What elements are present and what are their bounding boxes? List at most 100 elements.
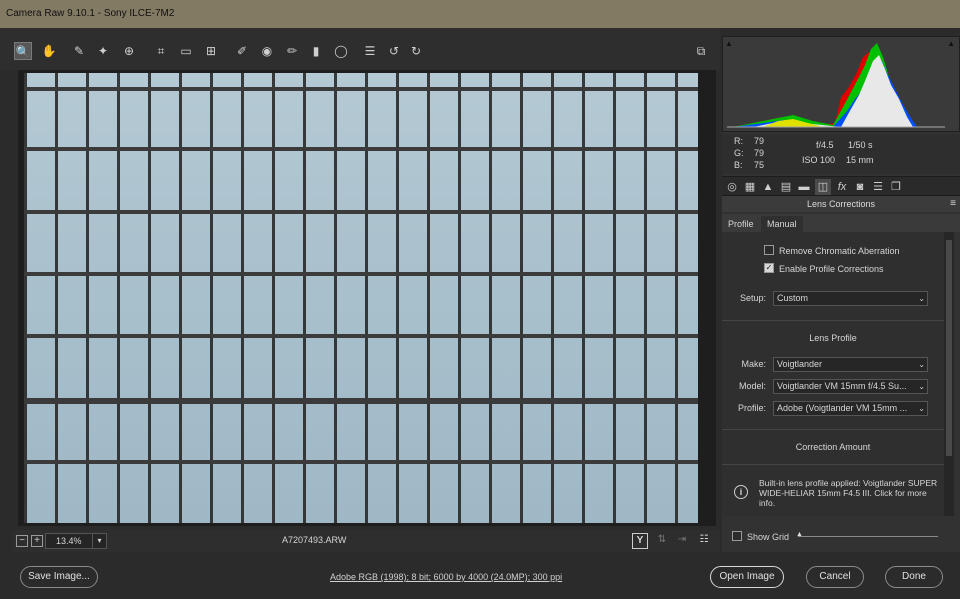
- iso-value: ISO 100: [802, 155, 836, 165]
- shutter-speed-value: 1/50 s: [848, 140, 873, 150]
- rotate-ccw-tool-icon[interactable]: ↺: [385, 42, 403, 60]
- show-grid-row: Show Grid ▲: [722, 526, 960, 546]
- make-select[interactable]: Voigtlander ⌄: [773, 357, 928, 372]
- presets-panel-icon[interactable]: ☰: [870, 179, 886, 195]
- zoom-level-select[interactable]: 13.4% ▾: [45, 533, 107, 549]
- show-grid-checkbox[interactable]: [732, 531, 742, 541]
- profile-label: Profile:: [737, 403, 766, 413]
- chevron-down-icon: ⌄: [918, 404, 925, 413]
- divider: [722, 429, 944, 430]
- model-select[interactable]: Voigtlander VM 15mm f/4.5 Su... ⌄: [773, 379, 928, 394]
- swap-settings-icon[interactable]: ⇅: [654, 533, 670, 549]
- profile-value: Adobe (Voigtlander VM 15mm ...: [777, 403, 908, 413]
- before-after-view-button[interactable]: Y: [632, 533, 648, 549]
- save-image-button[interactable]: Save Image...: [20, 566, 98, 588]
- enable-profile-corrections-checkbox[interactable]: ✓: [764, 263, 774, 273]
- highlight-clipping-warning-icon[interactable]: ▲: [947, 39, 955, 48]
- preview-status-bar: − + 13.4% ▾ A7207493.ARW Y ⇅ ⇥ ☷: [12, 530, 720, 552]
- chevron-down-icon: ⌄: [918, 294, 925, 303]
- crop-tool-icon[interactable]: ⌗: [152, 42, 170, 60]
- zoom-out-button[interactable]: −: [16, 535, 28, 547]
- cancel-button[interactable]: Cancel: [806, 566, 864, 588]
- done-button[interactable]: Done: [885, 566, 943, 588]
- panel-tab-bar: ◎ ▦ ▲ ▤ ▬ ◫ fx ◙ ☰ ❐: [722, 176, 960, 196]
- workflow-options-link[interactable]: Adobe RGB (1998); 8 bit; 6000 by 4000 (2…: [330, 572, 562, 582]
- lens-corrections-tabs: Profile Manual: [722, 214, 960, 232]
- chevron-down-icon: ⌄: [918, 382, 925, 391]
- g-value: 79: [754, 148, 765, 158]
- bottom-bar: Save Image... Adobe RGB (1998); 8 bit; 6…: [0, 556, 960, 599]
- model-label: Model:: [738, 381, 766, 391]
- split-toning-panel-icon[interactable]: ▬: [796, 179, 812, 195]
- zoom-in-button[interactable]: +: [31, 535, 43, 547]
- make-value: Voigtlander: [777, 359, 823, 369]
- copy-settings-icon[interactable]: ⇥: [674, 533, 690, 549]
- b-value: 75: [754, 160, 765, 170]
- remove-chromatic-aberration-checkbox[interactable]: [764, 245, 774, 255]
- tile-grout-line: [24, 87, 698, 91]
- tile-grout-line: [24, 210, 698, 214]
- panel-title: Lens Corrections ≡: [722, 196, 960, 212]
- slider-thumb-icon[interactable]: ▲: [796, 531, 804, 538]
- scrollbar-thumb[interactable]: [946, 240, 952, 456]
- preferences-tool-icon[interactable]: ☰: [361, 42, 379, 60]
- histogram-graph: [727, 43, 945, 128]
- correction-amount-heading: Correction Amount: [795, 442, 871, 452]
- toggle-settings-icon[interactable]: ☷: [696, 533, 712, 549]
- basic-panel-icon[interactable]: ◎: [724, 179, 740, 195]
- fullscreen-icon[interactable]: ⧉: [692, 42, 710, 60]
- tile-grout-line: [24, 272, 698, 276]
- camera-info: R: 79 G: 79 B: 75 f/4.5 1/50 s ISO 100 1…: [722, 134, 960, 174]
- color-sampler-tool-icon[interactable]: ✦: [94, 42, 112, 60]
- graduated-filter-tool-icon[interactable]: ▮: [307, 42, 325, 60]
- image-preview-area[interactable]: [18, 70, 716, 526]
- tone-curve-panel-icon[interactable]: ▦: [742, 179, 758, 195]
- tab-manual[interactable]: Manual: [761, 216, 803, 232]
- zoom-tool-icon[interactable]: 🔍: [14, 42, 32, 60]
- hsl-panel-icon[interactable]: ▤: [778, 179, 794, 195]
- red-eye-removal-tool-icon[interactable]: ◉: [258, 42, 276, 60]
- right-panel: ▲ ▲ R: 79 G: 79 B: 75 f/4.5 1/50 s ISO 1…: [722, 36, 960, 552]
- camera-calibration-panel-icon[interactable]: ◙: [852, 179, 868, 195]
- chevron-down-icon: ▾: [92, 534, 106, 548]
- file-name: A7207493.ARW: [282, 535, 347, 545]
- setup-select[interactable]: Custom ⌄: [773, 291, 928, 306]
- show-grid-label: Show Grid: [747, 532, 790, 542]
- tab-profile[interactable]: Profile: [722, 216, 760, 232]
- panel-title-text: Lens Corrections: [806, 199, 876, 209]
- tile-grout-line: [24, 398, 698, 404]
- focal-length-value: 15 mm: [846, 155, 874, 165]
- lens-profile-info-text[interactable]: Built-in lens profile applied: Voigtland…: [759, 478, 939, 508]
- panel-scrollbar[interactable]: [944, 232, 954, 516]
- detail-panel-icon[interactable]: ▲: [760, 179, 776, 195]
- divider: [722, 464, 944, 465]
- straighten-tool-icon[interactable]: ▭: [177, 42, 195, 60]
- histogram: ▲ ▲: [722, 36, 960, 132]
- panel-menu-icon[interactable]: ≡: [950, 196, 956, 212]
- chevron-down-icon: ⌄: [918, 360, 925, 369]
- profile-select[interactable]: Adobe (Voigtlander VM 15mm ... ⌄: [773, 401, 928, 416]
- adjustment-brush-tool-icon[interactable]: ✏: [283, 42, 301, 60]
- model-value: Voigtlander VM 15mm f/4.5 Su...: [777, 381, 907, 391]
- targeted-adjustment-tool-icon[interactable]: ⊕: [120, 42, 138, 60]
- tile-grout-line: [24, 460, 698, 464]
- lens-corrections-panel-icon[interactable]: ◫: [815, 179, 831, 195]
- snapshots-panel-icon[interactable]: ❐: [888, 179, 904, 195]
- spot-removal-tool-icon[interactable]: ✐: [233, 42, 251, 60]
- b-label: B:: [734, 160, 743, 170]
- g-label: G:: [734, 148, 744, 158]
- tile-grout-line: [24, 334, 698, 338]
- aperture-value: f/4.5: [816, 140, 834, 150]
- grid-size-slider[interactable]: [798, 536, 938, 537]
- lens-profile-info[interactable]: i Built-in lens profile applied: Voigtla…: [722, 476, 944, 516]
- hand-tool-icon[interactable]: ✋: [40, 42, 58, 60]
- white-balance-tool-icon[interactable]: ✎: [70, 42, 88, 60]
- shadow-clipping-warning-icon[interactable]: ▲: [725, 39, 733, 48]
- rotate-cw-tool-icon[interactable]: ↻: [407, 42, 425, 60]
- photo-preview[interactable]: [24, 73, 698, 523]
- transform-tool-icon[interactable]: ⊞: [202, 42, 220, 60]
- open-image-button[interactable]: Open Image: [710, 566, 784, 588]
- radial-filter-tool-icon[interactable]: ◯: [332, 42, 350, 60]
- effects-panel-icon[interactable]: fx: [834, 179, 850, 195]
- info-icon[interactable]: i: [734, 485, 748, 499]
